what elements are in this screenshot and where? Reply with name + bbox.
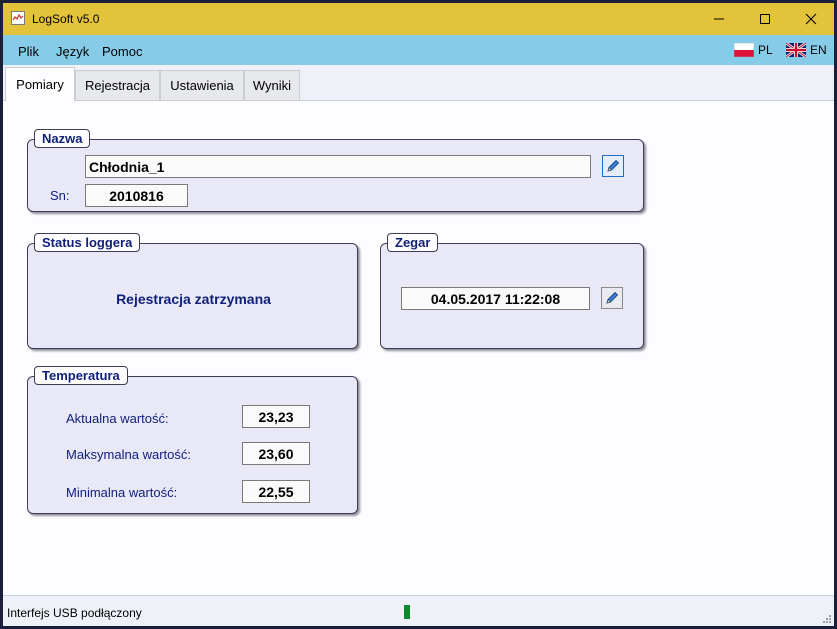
minimize-icon xyxy=(714,18,724,20)
max-temp-value: 23,60 xyxy=(242,442,310,465)
logger-status-text: Rejestracja zatrzymana xyxy=(116,291,271,307)
usb-status-text: Interfejs USB podłączony xyxy=(7,606,142,620)
tab-ustawienia[interactable]: Ustawienia xyxy=(160,70,244,100)
status-loggera-group: Status loggera Rejestracja zatrzymana xyxy=(27,233,358,349)
close-icon xyxy=(805,13,817,25)
menu-item-jezyk[interactable]: Język xyxy=(56,44,89,59)
pencil-icon xyxy=(606,291,619,304)
status-bar: Interfejs USB podłączony xyxy=(3,595,834,626)
device-name-input[interactable]: Chłodnia_1 xyxy=(85,155,591,178)
menu-item-pomoc[interactable]: Pomoc xyxy=(102,44,142,59)
tab-strip: Pomiary Rejestracja Ustawienia Wyniki xyxy=(3,65,834,101)
maximize-button[interactable] xyxy=(742,3,788,35)
tab-content-pomiary: Nazwa Chłodnia_1 Sn: 2010816 Status logg… xyxy=(3,100,834,595)
nazwa-group-title: Nazwa xyxy=(34,129,91,148)
serial-number-field: 2010816 xyxy=(85,184,188,207)
window-title: LogSoft v5.0 xyxy=(32,12,100,26)
app-window: LogSoft v5.0 Plik Język Pomoc PL EN Pomi… xyxy=(3,3,834,626)
title-bar[interactable]: LogSoft v5.0 xyxy=(3,3,834,35)
clock-datetime-field: 04.05.2017 11:22:08 xyxy=(401,287,590,310)
usb-status-indicator xyxy=(404,605,410,619)
close-button[interactable] xyxy=(788,3,834,35)
tab-wyniki[interactable]: Wyniki xyxy=(244,70,300,100)
zegar-group: Zegar 04.05.2017 11:22:08 xyxy=(380,233,644,349)
sn-label: Sn: xyxy=(50,188,70,203)
current-temp-label: Aktualna wartość: xyxy=(66,411,169,426)
pencil-icon xyxy=(607,159,620,172)
menu-bar: Plik Język Pomoc PL EN xyxy=(3,35,834,65)
resize-grip-icon[interactable] xyxy=(820,612,832,624)
temperatura-group: Temperatura Aktualna wartość: 23,23 Maks… xyxy=(27,366,358,514)
zegar-group-title: Zegar xyxy=(387,233,439,252)
current-temp-value: 23,23 xyxy=(242,405,310,428)
nazwa-group: Nazwa Chłodnia_1 Sn: 2010816 xyxy=(27,129,644,212)
min-temp-label: Minimalna wartość: xyxy=(66,485,178,500)
app-logo-icon xyxy=(11,11,25,25)
tab-pomiary[interactable]: Pomiary xyxy=(5,67,75,101)
language-en-label: EN xyxy=(810,43,827,57)
tab-rejestracja[interactable]: Rejestracja xyxy=(75,70,160,100)
edit-name-button[interactable] xyxy=(602,155,624,177)
status-loggera-group-title: Status loggera xyxy=(34,233,141,252)
language-pl-button[interactable]: PL xyxy=(734,43,773,57)
min-temp-value: 22,55 xyxy=(242,480,310,503)
minimize-button[interactable] xyxy=(696,3,742,35)
flag-uk-icon xyxy=(786,43,806,57)
flag-pl-icon xyxy=(734,43,754,57)
temperatura-group-title: Temperatura xyxy=(34,366,128,385)
max-temp-label: Maksymalna wartość: xyxy=(66,447,191,462)
language-en-button[interactable]: EN xyxy=(786,43,827,57)
maximize-icon xyxy=(760,14,770,24)
menu-item-plik[interactable]: Plik xyxy=(18,44,39,59)
edit-clock-button[interactable] xyxy=(601,287,623,309)
language-pl-label: PL xyxy=(758,43,773,57)
